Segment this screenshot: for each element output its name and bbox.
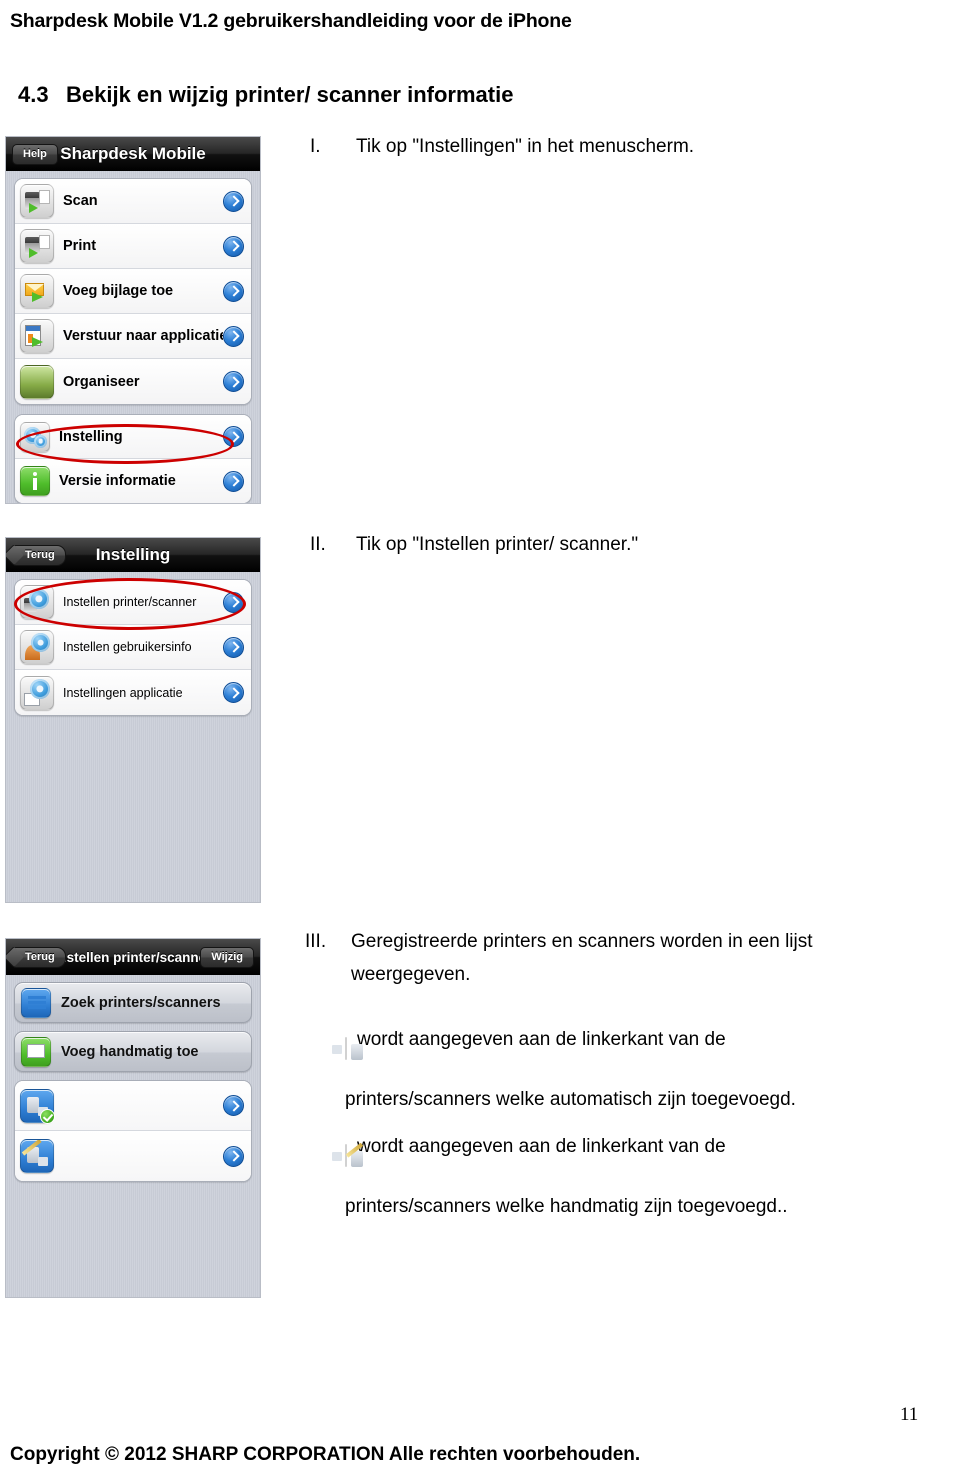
send-to-application-icon [20, 319, 54, 353]
add-manually-label: Voeg handmatig toe [61, 1043, 199, 1060]
chevron-right-icon[interactable] [223, 371, 244, 392]
navbar-menu: Help Sharpdesk Mobile [6, 137, 260, 171]
screenshot-instellen-printer-scanner: Terug Instellen printer/scanner Wijzig Z… [5, 938, 261, 1298]
note-auto-line-1: wordt aangegeven aan de linkerkant van d… [357, 1029, 726, 1050]
chevron-right-icon[interactable] [223, 1095, 244, 1116]
search-printers-icon [21, 987, 51, 1018]
chevron-right-icon[interactable] [223, 682, 244, 703]
search-printers-button[interactable]: Zoek printers/scanners [14, 982, 252, 1023]
chevron-right-icon[interactable] [223, 426, 244, 447]
chevron-right-icon[interactable] [223, 235, 244, 257]
note-auto-line-2: printers/scanners welke automatisch zijn… [345, 1089, 796, 1110]
menu-item-scan-label: Scan [63, 193, 98, 209]
setting-item-printer-scanner-label: Instellen printer/scanner [63, 595, 197, 609]
setting-item-gebruikersinfo-label: Instellen gebruikersinfo [63, 640, 192, 654]
step-3-text-line-1: Geregistreerde printers en scanners word… [351, 931, 813, 952]
version-info-icon [20, 466, 50, 496]
step-1-text: Tik op "Instellingen" in het menuscherm. [356, 136, 695, 157]
note-manual-line-1: wordt aangegeven aan de linkerkant van d… [357, 1136, 726, 1157]
printer-manual-icon [332, 1131, 364, 1181]
instelling-list: Instellen printer/scanner Instellen gebr… [6, 572, 260, 716]
printer-settings-icon [20, 585, 54, 619]
menu-item-versie-informatie[interactable]: Versie informatie [15, 459, 251, 503]
menu-group-secondary: Instelling Versie informatie [14, 414, 252, 503]
setting-item-applicatie-label: Instellingen applicatie [63, 685, 183, 700]
chevron-right-icon[interactable] [223, 636, 244, 658]
step-3-numeral: III. [305, 931, 327, 952]
navbar-instelling: Terug Instelling [6, 538, 260, 572]
section-number: 4.3 [18, 82, 49, 107]
step-2: II. Tik op "Instellen printer/ scanner." [310, 528, 910, 561]
printer-auto-icon [332, 1024, 363, 1074]
step-3: III. Geregistreerde printers en scanners… [305, 925, 915, 991]
back-button[interactable]: Terug [12, 946, 66, 968]
organise-icon [20, 364, 54, 399]
screenshot-instelling: Terug Instelling Instellen printer/scann… [5, 537, 261, 903]
menu-item-print[interactable]: Print [15, 224, 251, 269]
menu-item-instelling-label: Instelling [59, 428, 123, 445]
settings-icon [20, 421, 50, 452]
user-settings-icon [20, 630, 54, 664]
chevron-right-icon[interactable] [223, 470, 244, 492]
document-header: Sharpdesk Mobile V1.2 gebruikershandleid… [10, 10, 572, 32]
menu-item-send-to-application[interactable]: Verstuur naar applicatie [15, 314, 251, 359]
setting-item-gebruikersinfo[interactable]: Instellen gebruikersinfo [15, 625, 251, 670]
chevron-right-icon[interactable] [223, 591, 244, 613]
note-auto-added: wordt aangegeven aan de linkerkant van d… [332, 1015, 935, 1126]
note-manual-line-2: printers/scanners welke handmatig zijn t… [345, 1196, 788, 1217]
chevron-right-icon[interactable] [223, 325, 244, 347]
printers-list: Zoek printers/scanners Voeg handmatig to… [6, 975, 260, 1182]
menu-item-instelling[interactable]: Instelling [15, 415, 251, 459]
chevron-right-icon[interactable] [223, 280, 244, 302]
menu-item-attachment-label: Voeg bijlage toe [63, 283, 174, 299]
attachment-icon [20, 274, 54, 308]
menu-group-primary: Scan Print Voeg bijlage toe Verstuur naa… [14, 178, 252, 405]
search-printers-label: Zoek printers/scanners [61, 994, 221, 1011]
print-icon [20, 229, 54, 263]
footer-copyright: Copyright © 2012 SHARP CORPORATION Alle … [10, 1444, 641, 1465]
menu-item-organise[interactable]: Organiseer [15, 359, 251, 404]
screenshot-sharpdesk-mobile-menu: Help Sharpdesk Mobile Scan Print Voeg bi… [5, 136, 261, 504]
instelling-group: Instellen printer/scanner Instellen gebr… [14, 579, 252, 716]
menu-item-print-label: Print [63, 238, 97, 254]
chevron-right-icon[interactable] [223, 190, 244, 212]
help-button[interactable]: Help [12, 143, 58, 165]
chevron-right-icon[interactable] [223, 1145, 244, 1167]
menu-item-attachment[interactable]: Voeg bijlage toe [15, 269, 251, 314]
page-number: 11 [900, 1404, 919, 1425]
registered-devices-group [14, 1080, 252, 1182]
menu-item-scan[interactable]: Scan [15, 179, 251, 224]
section-heading: 4.3 Bekijk en wijzig printer/ scanner inf… [18, 82, 513, 108]
section-title: Bekijk en wijzig printer/ scanner inform… [66, 82, 514, 107]
device-row-manual[interactable] [15, 1131, 251, 1181]
menu-item-organise-label: Organiseer [63, 373, 140, 390]
menu-item-versie-informatie-label: Versie informatie [59, 473, 176, 489]
step-3-text-line-2: weergegeven. [351, 964, 471, 985]
step-1-numeral: I. [310, 136, 321, 157]
add-manually-button[interactable]: Voeg handmatig toe [14, 1031, 252, 1072]
note-manually-added: wordt aangegeven aan de linkerkant van d… [332, 1122, 935, 1233]
printer-manual-icon [20, 1139, 54, 1173]
menu-list: Scan Print Voeg bijlage toe Verstuur naa… [6, 171, 260, 503]
printer-auto-icon [20, 1088, 55, 1124]
step-2-text: Tik op "Instellen printer/ scanner." [356, 534, 639, 555]
menu-item-send-to-application-label: Verstuur naar applicatie [63, 328, 223, 344]
edit-button[interactable]: Wijzig [200, 946, 254, 968]
back-button[interactable]: Terug [12, 544, 66, 566]
step-1: I. Tik op "Instellingen" in het menusche… [310, 130, 910, 163]
scan-icon [20, 184, 54, 218]
navbar-instellen-printer-scanner: Terug Instellen printer/scanner Wijzig [6, 939, 260, 975]
add-manually-icon [21, 1036, 51, 1067]
step-2-numeral: II. [310, 534, 326, 555]
setting-item-printer-scanner[interactable]: Instellen printer/scanner [15, 580, 251, 625]
application-settings-icon [20, 675, 54, 710]
setting-item-applicatie[interactable]: Instellingen applicatie [15, 670, 251, 715]
device-row-auto[interactable] [15, 1081, 251, 1131]
